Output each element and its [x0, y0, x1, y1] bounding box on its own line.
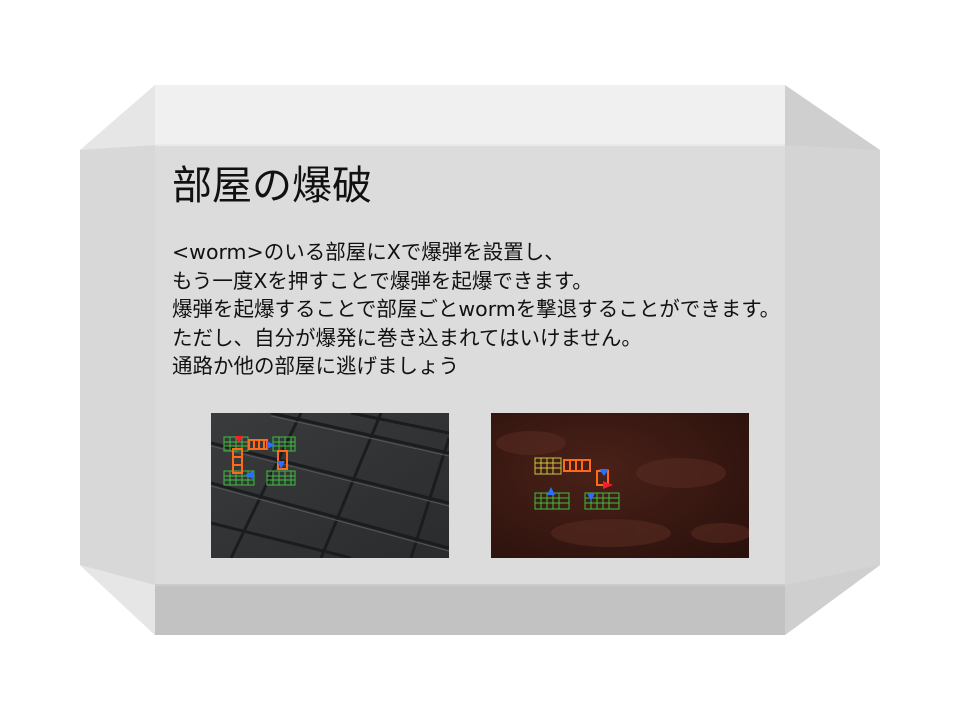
panel-face-right	[785, 145, 880, 585]
screenshot-bomb-detonation	[491, 413, 749, 558]
panel-description: <worm>のいる部屋にXで爆弾を設置し、 もう一度Xを押すことで爆弾を起爆でき…	[172, 238, 780, 381]
description-line-5: 通路か他の部屋に逃げましょう	[172, 354, 459, 378]
description-line-2: もう一度Xを押すことで爆弾を起爆できます。	[172, 268, 593, 293]
screenshot-bomb-placement	[211, 413, 449, 558]
panel-bevel-top	[80, 85, 880, 150]
description-line-3: 爆弾を起爆することで部屋ごとwormを撃退することができます。	[172, 297, 781, 321]
description-line-1: <worm>のいる部屋にXで爆弾を設置し、	[172, 240, 565, 264]
panel-face-left	[80, 145, 155, 585]
description-line-4: ただし、自分が爆発に巻き込まれてはいけません。	[172, 325, 642, 350]
panel-title: 部屋の爆破	[172, 163, 372, 209]
